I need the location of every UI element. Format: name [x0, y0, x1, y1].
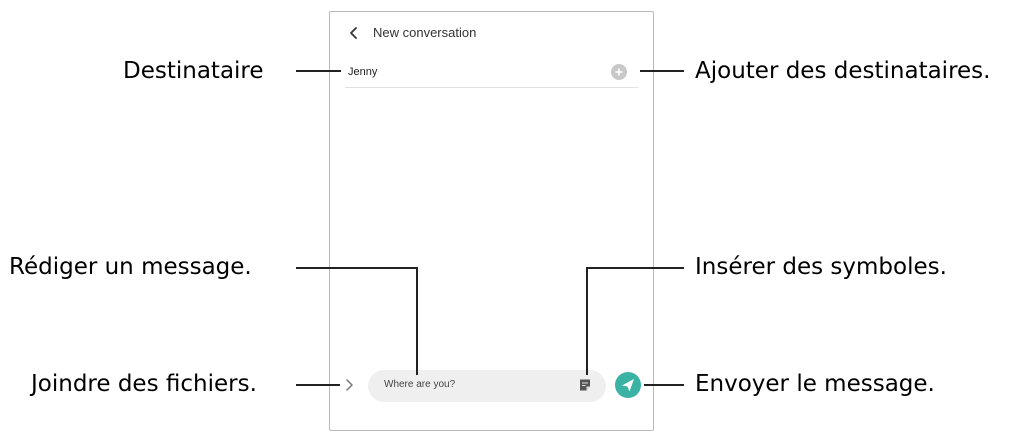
chevron-right-icon[interactable] — [344, 378, 354, 392]
leader-line-add-recipients — [640, 70, 684, 72]
chevron-left-icon[interactable] — [347, 26, 361, 40]
message-input-text: Where are you? — [384, 379, 456, 390]
recipient-name: Jenny — [348, 66, 378, 78]
callout-recipient: Destinataire — [123, 58, 264, 84]
callout-compose: Rédiger un message. — [9, 254, 252, 280]
message-input[interactable]: Where are you? — [368, 370, 606, 402]
callout-add-recipients: Ajouter des destinataires. — [695, 58, 991, 84]
leader-line-send — [644, 384, 684, 386]
recipient-field[interactable]: Jenny — [345, 58, 638, 88]
screen-title: New conversation — [373, 25, 477, 40]
sticker-icon[interactable] — [578, 378, 592, 392]
leader-line-recipient — [296, 70, 341, 72]
leader-line-symbols-vertical — [586, 267, 588, 375]
leader-line-symbols — [586, 267, 684, 269]
send-icon — [622, 379, 634, 392]
leader-line-compose — [296, 267, 417, 269]
leader-line-compose-vertical — [416, 267, 418, 375]
leader-line-attach — [296, 384, 340, 386]
callout-attach: Joindre des fichiers. — [31, 371, 257, 397]
add-contact-icon[interactable] — [611, 64, 627, 80]
send-button[interactable] — [615, 372, 641, 398]
callout-send: Envoyer le message. — [695, 371, 935, 397]
callout-symbols: Insérer des symboles. — [695, 254, 947, 280]
